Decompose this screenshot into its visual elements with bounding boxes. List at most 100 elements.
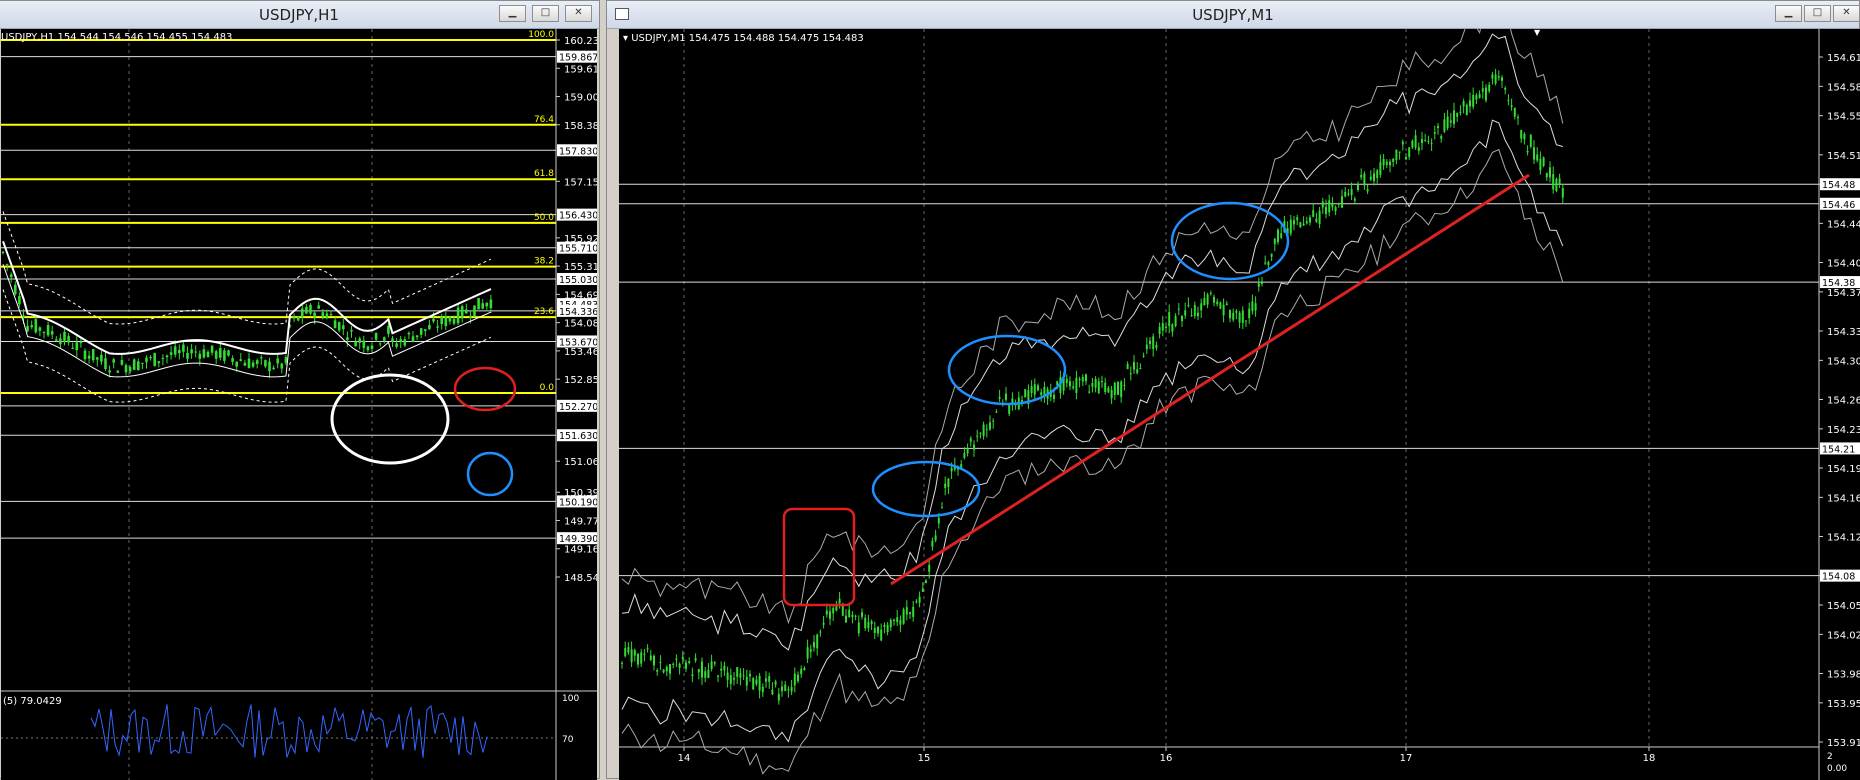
price-chart[interactable]: 14 15 16 17 18 154.61 154.58 154.55 154.51 154.48… [619,29,1860,780]
candle-body [1510,105,1513,107]
candle-body [1347,193,1350,195]
candle-body [50,331,54,335]
candle-body [921,588,924,592]
candle-body [832,608,835,614]
candle-body [1257,283,1260,287]
price-chart-canvas[interactable]: 14 15 16 17 18 154.61 154.58 154.55 154.51 154.48… [619,29,1860,780]
candle-body [1110,389,1113,399]
candle-body [1248,308,1251,319]
candle-body [1120,381,1123,398]
candle-body [1305,221,1308,224]
candle-body [637,653,639,665]
candle-body [1309,217,1311,223]
window-titlebar[interactable]: USDJPY,H1 ▁ □ ✕ [0,1,599,29]
candle-body [276,358,279,364]
candle-body [1456,113,1459,117]
candle-body [781,686,783,692]
candle-body [214,351,218,359]
time-tick-label: 15 [918,753,931,764]
candle-body [18,295,21,305]
candle-body [223,350,226,361]
candle-body [1145,344,1148,350]
candle-body [1526,151,1529,153]
candle-body [169,352,173,355]
price-tick-label: 154.55 [1827,112,1860,123]
candle-body [42,331,46,333]
candle-body [1462,101,1465,107]
price-tick-label: 154.05 [1827,601,1860,612]
candle-body [1341,196,1343,208]
price-tag-label: 150.190 [559,497,597,508]
candle-body [145,357,148,363]
candle-body [976,435,979,437]
price-chart[interactable]: 100.0 76.4 61.8 50.0 38.2 23.6 0.0 160.230 159.6… [1,29,597,780]
candle-body [239,359,243,361]
chart-window-usdjpy-m1[interactable]: USDJPY,M1 ▁ □ ✕ 14 15 16 17 18 154.61 154.58 15… [606,0,1860,780]
candle-body [1331,202,1334,208]
candle-body [1488,84,1491,92]
candle-body [963,453,966,458]
candle-body [902,609,905,624]
candle-body [1465,104,1468,116]
candle-body [1536,154,1539,161]
candle-body [1267,261,1270,266]
candle-body [1142,355,1145,357]
candle-body [893,619,895,622]
candle-body [1389,161,1391,166]
candle-body [624,648,627,657]
candle-body [1206,294,1209,305]
candle-body [1558,178,1561,184]
candle-body [1171,324,1174,332]
corner-label: 2 [1827,752,1833,762]
candle-body [67,336,70,343]
chart-header: ▾ USDJPY,M1 154.475 154.488 154.475 154.… [623,33,864,44]
candle-body [1200,303,1203,311]
candle-body [1469,100,1471,107]
maximize-icon[interactable]: □ [532,5,559,22]
candle-body [141,362,144,364]
maximize-icon[interactable]: □ [1804,5,1831,22]
candle-body [1008,404,1011,414]
price-tag-label: 153.670 [559,337,597,348]
window-titlebar[interactable]: USDJPY,M1 ▁ □ ✕ [607,1,1860,29]
candle-body [1181,315,1183,322]
candle-body [768,676,771,682]
candle-body [1398,151,1401,153]
chart-window-usdjpy-h1[interactable]: USDJPY,H1 ▁ □ ✕ 100.0 76.4 61.8 50.0 38.2 23.… [0,0,600,780]
candle-body [116,370,120,373]
candle-body [387,325,390,334]
candle-body [1561,187,1564,198]
candle-body [87,355,91,359]
price-chart-canvas[interactable]: 100.0 76.4 61.8 50.0 38.2 23.6 0.0 160.230 159.6… [1,29,597,780]
price-tick-label: 154.51 [1827,151,1860,162]
candle-body [1177,308,1180,310]
close-icon[interactable]: ✕ [565,5,592,22]
candle-body [272,367,275,369]
candle-body [1325,206,1327,214]
close-icon[interactable]: ✕ [1833,5,1860,22]
candle-body [182,344,185,352]
candle-body [370,345,374,349]
candle-body [1101,381,1103,383]
candle-body [473,305,476,316]
candle-body [1497,76,1500,78]
candle-body [1513,107,1516,117]
price-tick-label: 154.40 [1827,259,1860,270]
candle-body [1421,139,1423,144]
chart-header-text: USDJPY,M1 154.475 154.488 154.475 154.48… [631,33,864,44]
candle-body [656,670,659,672]
candle-body [717,675,719,677]
candle-body [469,315,472,318]
candle-body [1446,116,1449,128]
candle-body [436,326,439,328]
minimize-icon[interactable]: ▁ [499,5,526,22]
minimize-icon[interactable]: ▁ [1775,5,1802,22]
envelope-lower-band [621,119,1564,743]
candle-body [1155,344,1158,348]
candle-body [1056,381,1059,385]
candle-body [337,322,341,331]
candle-body [251,362,255,367]
candle-body [362,340,366,348]
candle-body [22,315,25,318]
candle-body [707,669,710,678]
